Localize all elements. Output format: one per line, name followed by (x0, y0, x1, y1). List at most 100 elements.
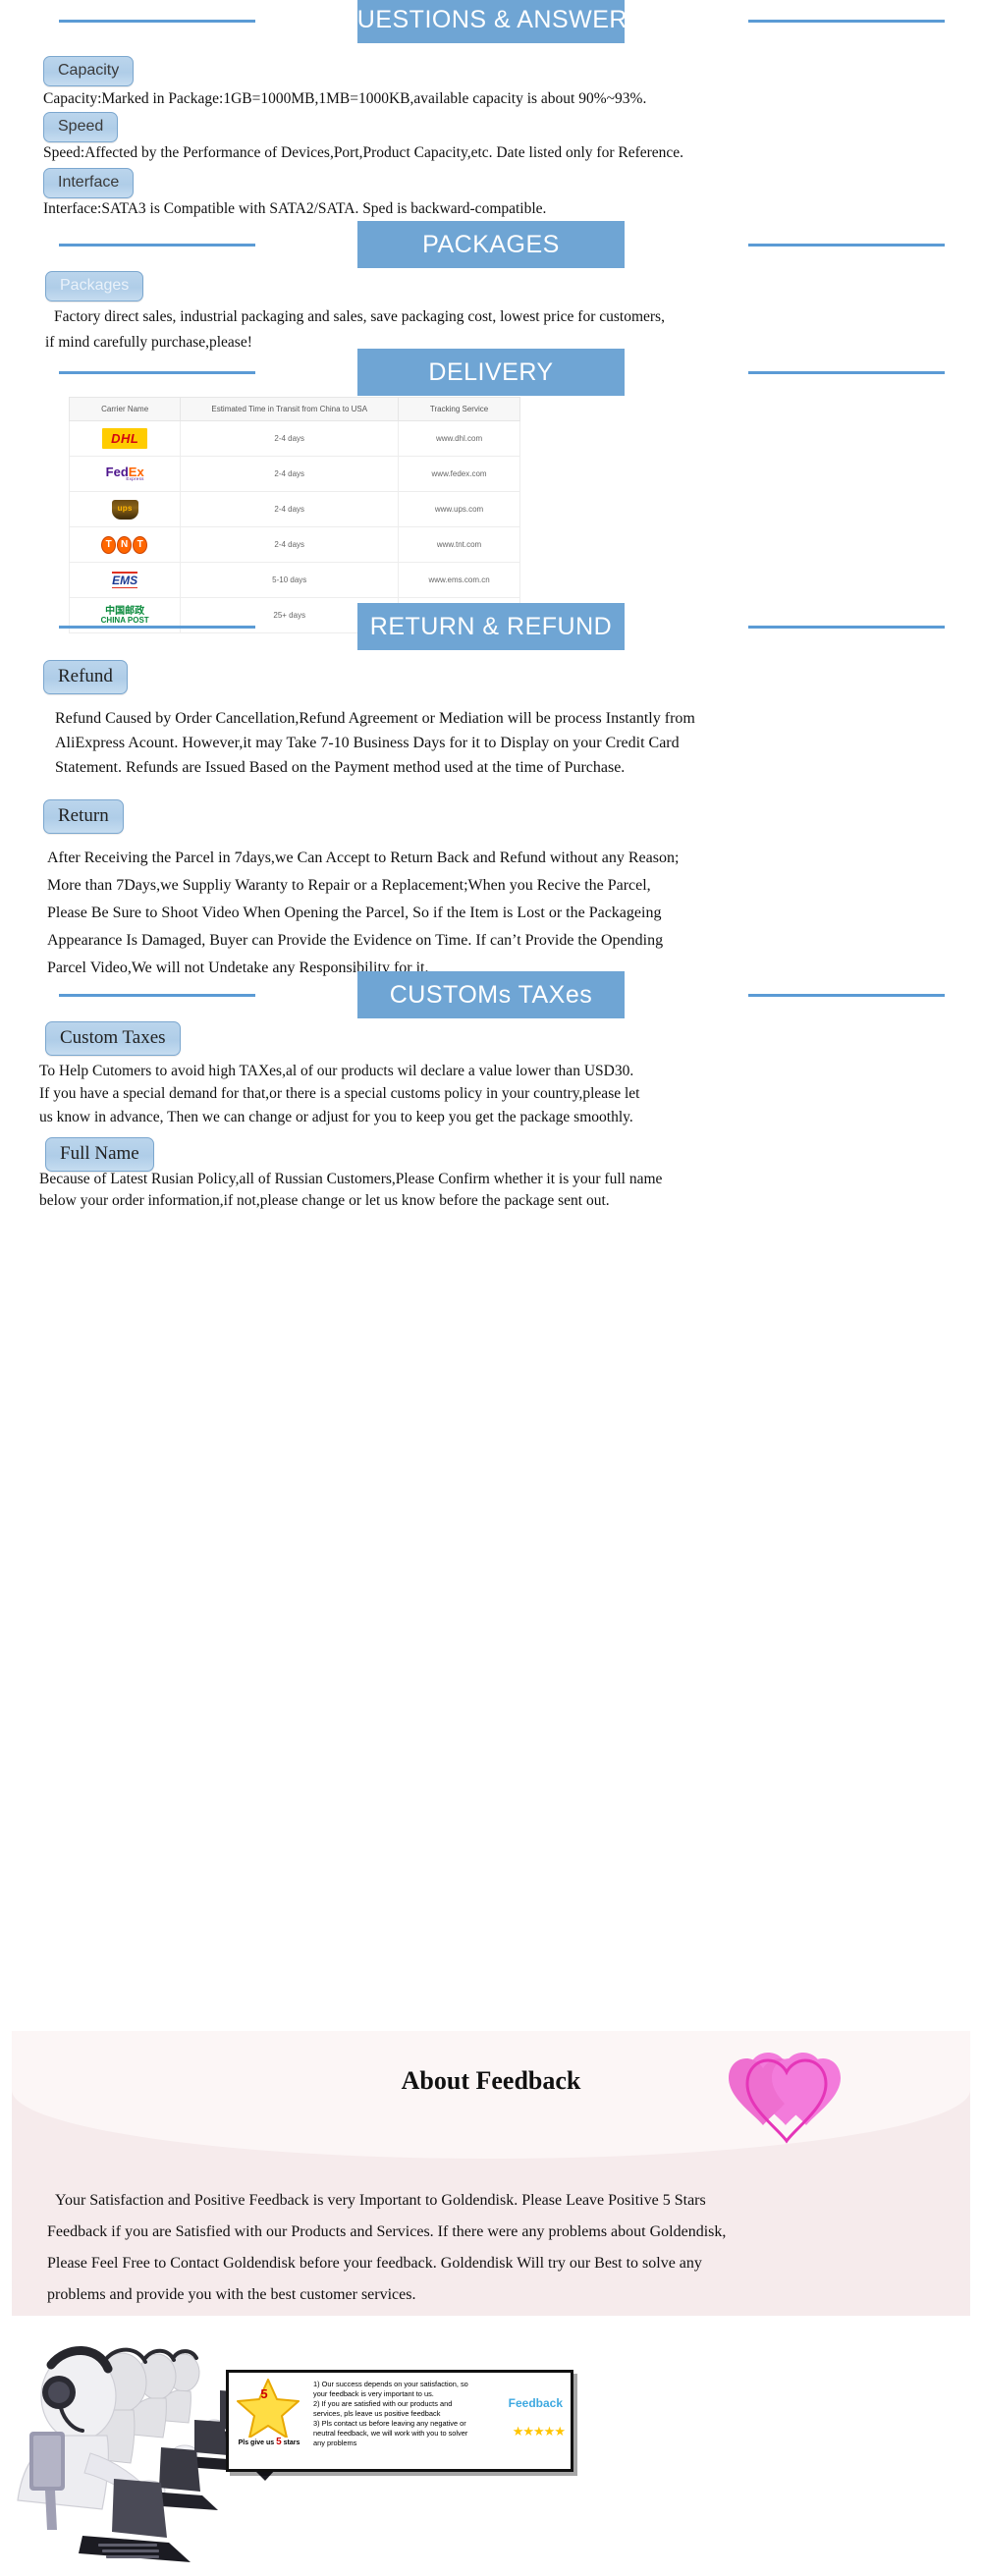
section-banner-customs: CUSTOMs TAXes (0, 971, 982, 1018)
feedback-line-1: Your Satisfaction and Positive Feedback … (55, 2192, 706, 2209)
tracking-url[interactable]: www.ems.com.cn (398, 562, 520, 598)
qa-text-capacity: Capacity:Marked in Package:1GB=1000MB,1M… (43, 90, 647, 107)
banner-box-delivery: DELIVERY (357, 349, 625, 396)
transit-time: 2-4 days (180, 420, 400, 457)
packages-line-1: Factory direct sales, industrial packagi… (54, 308, 665, 325)
table-row: DHL 2-4 days www.dhl.com (68, 420, 520, 457)
delivery-table: Carrier Name Estimated Time in Transit f… (68, 397, 520, 633)
banner-title-delivery: DELIVERY (428, 357, 554, 386)
table-header-row: Carrier Name Estimated Time in Transit f… (68, 397, 520, 421)
banner-box-return-refund: RETURN & REFUND (357, 603, 625, 650)
rating-stars-icon: ★★★★★ (512, 2424, 566, 2439)
col-transit-time: Estimated Time in Transit from China to … (180, 397, 400, 421)
section-banner-delivery: DELIVERY (0, 349, 982, 396)
feedback-line-2: Feedback if you are Satisfied with our P… (47, 2223, 727, 2240)
pill-interface[interactable]: Interface (43, 168, 135, 199)
feedback-point-line: your feedback is very important to us. (313, 2388, 434, 2398)
transit-time: 5-10 days (180, 562, 400, 598)
banner-rule-right (748, 20, 945, 23)
pill-custom-taxes[interactable]: Custom Taxes (45, 1021, 181, 1056)
feedback-point-line: services, pls leave us positive feedback (313, 2408, 441, 2418)
banner-rule-right (748, 244, 945, 247)
banner-box-customs: CUSTOMs TAXes (357, 971, 625, 1018)
feedback-point-line: 2) If you are satisfied with our product… (313, 2398, 453, 2408)
tnt-logo: TNT (68, 526, 182, 563)
full-name-line-2: below your order information,if not,plea… (39, 1192, 610, 1209)
about-feedback-panel: About Feedback Your Satisfaction and Pos… (12, 2031, 970, 2316)
feedback-point-line: neutral feedback, we will work with you … (313, 2428, 468, 2438)
banner-rule-right (748, 626, 945, 629)
feedback-points-list: 1) Our success depends on your satisfact… (313, 2380, 486, 2448)
table-row: FedEx Express 2-4 days www.fedex.com (68, 456, 520, 492)
pls-prefix: Pls give us (238, 2439, 275, 2446)
transit-time: 2-4 days (180, 456, 400, 492)
feedback-title: About Feedback (401, 2066, 581, 2095)
ups-logo: ups (68, 491, 182, 527)
banner-title-return-refund: RETURN & REFUND (369, 612, 613, 640)
pill-full-name[interactable]: Full Name (45, 1137, 154, 1172)
transit-time: 2-4 days (180, 526, 400, 563)
feedback-callout-box: 5 Pls give us 5 stars 1) Our success dep… (226, 2370, 573, 2472)
qa-text-speed: Speed:Affected by the Performance of Dev… (43, 144, 684, 161)
feedback-point-line: any problems (313, 2438, 357, 2447)
banner-rule-right (748, 371, 945, 374)
pls-suffix: stars (283, 2439, 300, 2446)
customs-line-3: us know in advance, Then we can change o… (39, 1109, 633, 1125)
banner-box-packages: PACKAGES (357, 221, 625, 268)
banner-rule-left (59, 626, 255, 629)
star-number: 5 (260, 2386, 268, 2401)
pill-packages[interactable]: Packages (45, 271, 144, 302)
banner-rule-left (59, 371, 255, 374)
pill-capacity-label: Capacity (43, 56, 135, 87)
tracking-url[interactable]: www.ups.com (398, 491, 520, 527)
pill-refund[interactable]: Refund (43, 660, 128, 694)
table-row: TNT 2-4 days www.tnt.com (68, 526, 520, 563)
ems-logo: EMS (68, 562, 182, 598)
section-banner-return-refund: RETURN & REFUND (0, 603, 982, 650)
pill-return-label: Return (43, 799, 124, 834)
banner-title-packages: PACKAGES (422, 230, 560, 258)
pls-number: 5 (276, 2437, 282, 2447)
banner-title-customs: CUSTOMs TAXes (389, 980, 593, 1009)
pill-speed-label: Speed (43, 112, 119, 143)
qa-text-interface: Interface:SATA3 is Compatible with SATA2… (43, 200, 547, 217)
table-row: EMS 5-10 days www.ems.com.cn (68, 562, 520, 598)
tracking-url[interactable]: www.tnt.com (398, 526, 520, 563)
banner-title-qa: QUESTIONS & ANSWERS (337, 5, 645, 33)
banner-rule-left (59, 994, 255, 997)
delivery-table-wrap: Carrier Name Estimated Time in Transit f… (68, 397, 520, 633)
pill-refund-label: Refund (43, 660, 128, 694)
feedback-point-line: 3) Pls contact us before leaving any neg… (313, 2418, 466, 2428)
tracking-url[interactable]: www.dhl.com (398, 420, 520, 457)
bottom-feedback-banner: 5 Pls give us 5 stars 1) Our success dep… (12, 2326, 970, 2571)
pls-give-us-stars-label: Pls give us 5 stars (229, 2437, 309, 2447)
feedback-line-3: Please Feel Free to Contact Goldendisk b… (47, 2255, 702, 2272)
col-tracking: Tracking Service (398, 397, 520, 421)
feedback-point-line: 1) Our success depends on your satisfact… (313, 2380, 468, 2388)
pill-custom-taxes-label: Custom Taxes (45, 1021, 181, 1056)
hearts-icon (729, 2053, 841, 2144)
pill-interface-label: Interface (43, 168, 135, 199)
full-name-line-1: Because of Latest Rusian Policy,all of R… (39, 1171, 663, 1187)
banner-rule-left (59, 20, 255, 23)
pill-packages-label: Packages (45, 271, 144, 302)
tracking-url[interactable]: www.fedex.com (398, 456, 520, 492)
section-banner-packages: PACKAGES (0, 221, 982, 268)
col-carrier-name: Carrier Name (68, 397, 182, 421)
feedback-line-4: problems and provide you with the best c… (47, 2286, 416, 2303)
fedex-logo: FedEx Express (68, 456, 182, 492)
feedback-word: Feedback (508, 2396, 563, 2410)
pill-capacity[interactable]: Capacity (43, 56, 135, 87)
section-banner-qa: QUESTIONS & ANSWERS (0, 0, 982, 43)
pill-full-name-label: Full Name (45, 1137, 154, 1172)
pill-return[interactable]: Return (43, 799, 124, 834)
refund-line-3: Statement. Refunds are Issued Based on t… (55, 759, 626, 776)
banner-box-qa: QUESTIONS & ANSWERS (338, 0, 644, 43)
transit-time: 2-4 days (180, 491, 400, 527)
customs-line-1: To Help Cutomers to avoid high TAXes,al … (39, 1063, 634, 1079)
customs-line-2: If you have a special demand for that,or… (39, 1085, 640, 1102)
banner-rule-right (748, 994, 945, 997)
pill-speed[interactable]: Speed (43, 112, 119, 143)
banner-rule-left (59, 244, 255, 247)
table-row: ups 2-4 days www.ups.com (68, 491, 520, 527)
